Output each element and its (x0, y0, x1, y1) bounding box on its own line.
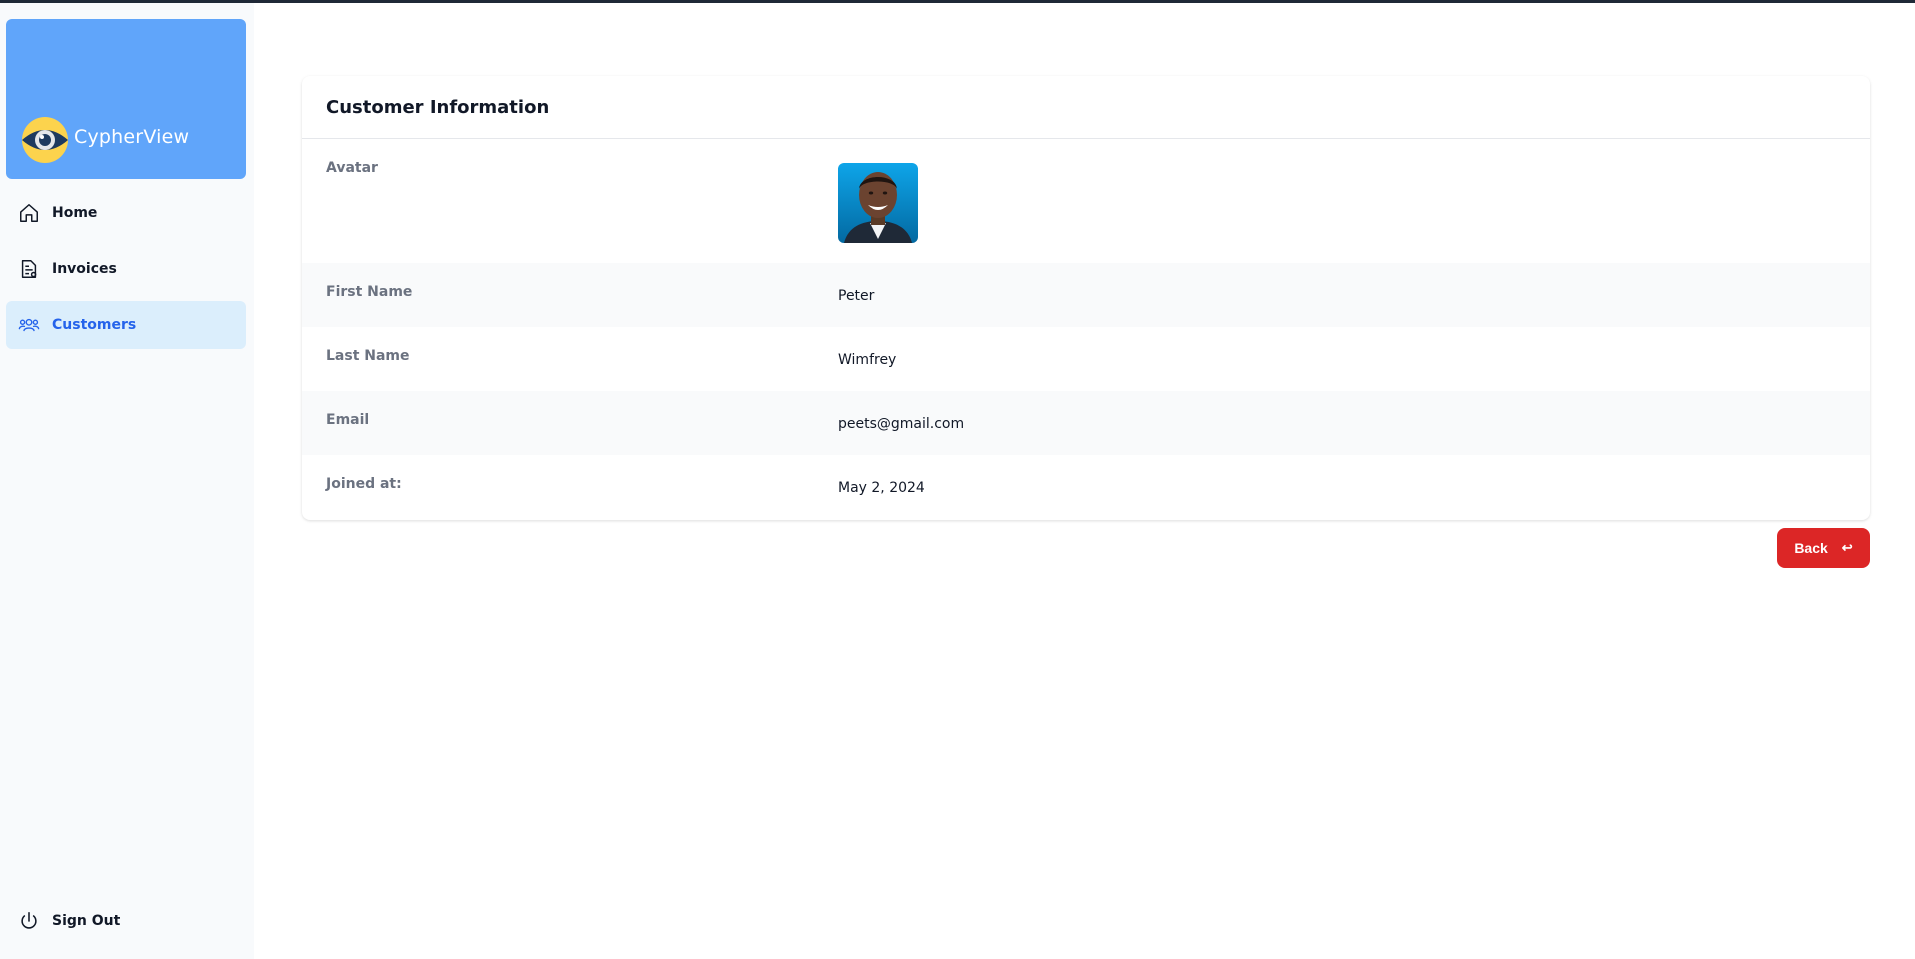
detail-row-first-name: First Name Peter (302, 263, 1870, 327)
sidebar-item-invoices[interactable]: Invoices (6, 245, 246, 293)
row-label: First Name (326, 284, 413, 300)
card-title: Customer Information (326, 96, 550, 118)
return-arrow-icon: ↩ (1841, 540, 1853, 555)
brand-name: CypherView (74, 126, 190, 148)
detail-row-email: Email peets@gmail.com (302, 391, 1870, 455)
row-label: Last Name (326, 348, 410, 364)
sidebar-item-home[interactable]: Home (6, 189, 246, 237)
first-name-value: Peter (838, 288, 875, 304)
sidebar-item-label: Invoices (52, 261, 117, 277)
eye-icon (22, 117, 68, 163)
email-value: peets@gmail.com (838, 416, 965, 432)
sidebar-item-label: Home (52, 205, 98, 221)
brand-banner[interactable]: CypherView (6, 19, 246, 179)
row-label: Avatar (326, 160, 378, 176)
back-button-label: Back (1794, 540, 1828, 556)
sidebar: CypherView Home Invoices Customers Sign … (0, 3, 254, 959)
card-header: Customer Information (302, 76, 1870, 139)
detail-row-joined-at: Joined at: May 2, 2024 (302, 455, 1870, 519)
home-icon (20, 204, 38, 222)
avatar (838, 163, 918, 243)
invoice-icon (21, 260, 37, 278)
sidebar-item-label: Customers (52, 317, 137, 333)
joined-at-value: May 2, 2024 (838, 480, 925, 496)
sign-out-button[interactable]: Sign Out (6, 897, 246, 945)
sign-out-label: Sign Out (52, 913, 121, 929)
sidebar-item-customers[interactable]: Customers (6, 301, 246, 349)
back-button[interactable]: Back ↩ (1777, 528, 1870, 568)
row-label: Joined at: (326, 476, 402, 492)
detail-row-avatar: Avatar (302, 139, 1870, 263)
power-icon (21, 911, 37, 929)
users-icon (18, 318, 40, 332)
row-label: Email (326, 412, 370, 428)
last-name-value: Wimfrey (838, 352, 897, 368)
customer-info-card: Customer Information Avatar First Name P… (302, 76, 1870, 520)
top-border (0, 0, 1915, 3)
detail-row-last-name: Last Name Wimfrey (302, 327, 1870, 391)
